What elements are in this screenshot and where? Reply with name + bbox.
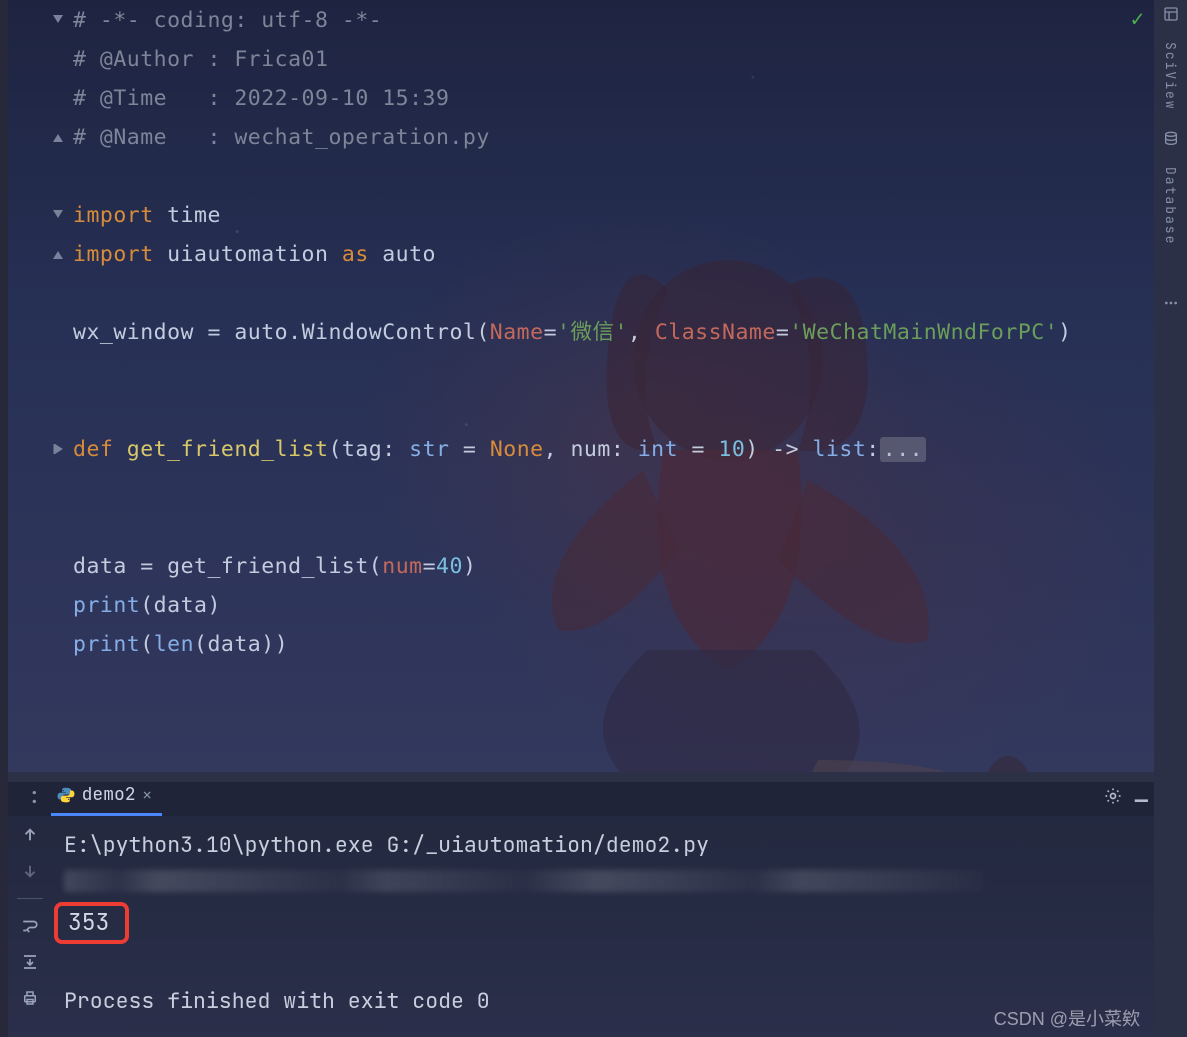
sidebar-label-sciview[interactable]: SciView — [1162, 42, 1179, 111]
console-tab-demo2[interactable]: demo2 ✕ — [51, 778, 162, 816]
console-tab-bar: : demo2 ✕ — — [8, 782, 1154, 816]
watermark: CSDN @是小菜欸 — [994, 1005, 1140, 1031]
keyword: import — [73, 242, 154, 267]
console-toolbar — [8, 816, 52, 1037]
code-editor[interactable]: ✓ # -*- coding: utf-8 -*- # @Author : Fr… — [8, 0, 1154, 772]
console-command: E:\python3.10\python.exe G:/_uiautomatio… — [64, 826, 1142, 864]
minimize-icon[interactable]: — — [1135, 786, 1148, 815]
main-column: ✓ # -*- coding: utf-8 -*- # @Author : Fr… — [8, 0, 1154, 1037]
ide-root: ✓ # -*- coding: utf-8 -*- # @Author : Fr… — [0, 0, 1187, 1037]
comment: # @Author : Frica01 — [73, 47, 328, 72]
fold-gutter[interactable] — [46, 0, 70, 471]
scroll-to-end-icon[interactable] — [19, 951, 41, 973]
console-exit-line: Process finished with exit code 0 — [64, 982, 1142, 1020]
console-result-highlight: 353 — [64, 902, 1142, 944]
fold-end[interactable] — [46, 120, 70, 159]
source-code[interactable]: # -*- coding: utf-8 -*- # @Author : Fric… — [73, 1, 1072, 664]
comment: # -*- coding: utf-8 -*- — [73, 8, 382, 33]
divider — [17, 898, 43, 899]
more-icon[interactable] — [1161, 293, 1181, 313]
folded-code[interactable]: ... — [880, 437, 926, 462]
console-body: E:\python3.10\python.exe G:/_uiautomatio… — [8, 816, 1154, 1037]
console-blurred-output — [64, 864, 1142, 902]
panel-separator[interactable] — [8, 772, 1154, 782]
soft-wrap-icon[interactable] — [19, 915, 41, 937]
keyword: import — [73, 203, 154, 228]
arrow-down-icon[interactable] — [19, 860, 41, 882]
sidebar-label-database[interactable]: Database — [1162, 167, 1179, 245]
close-icon[interactable]: ✕ — [143, 785, 152, 805]
console-output[interactable]: E:\python3.10\python.exe G:/_uiautomatio… — [52, 816, 1154, 1037]
tab-label: demo2 — [82, 783, 136, 806]
arrow-up-icon[interactable] — [19, 824, 41, 846]
database-icon[interactable] — [1161, 129, 1181, 149]
print-icon[interactable] — [19, 987, 41, 1009]
sciview-icon[interactable] — [1161, 4, 1181, 24]
left-edge — [0, 0, 8, 1037]
run-label-colon: : — [28, 783, 45, 816]
comment: # @Time : 2022-09-10 15:39 — [73, 86, 449, 111]
result-number: 353 — [54, 902, 129, 944]
run-console: : demo2 ✕ — — [8, 782, 1154, 1037]
python-icon — [57, 786, 75, 804]
fold-end[interactable] — [46, 237, 70, 276]
right-sidebar[interactable]: SciView Database — [1154, 0, 1187, 1037]
fold-handle[interactable] — [46, 198, 70, 237]
comment: # @Name : wechat_operation.py — [73, 125, 490, 150]
fold-handle[interactable] — [46, 3, 70, 42]
gear-icon[interactable] — [1103, 786, 1123, 815]
inspection-check-icon[interactable]: ✓ — [1131, 4, 1144, 33]
fold-collapsed[interactable] — [46, 432, 70, 471]
